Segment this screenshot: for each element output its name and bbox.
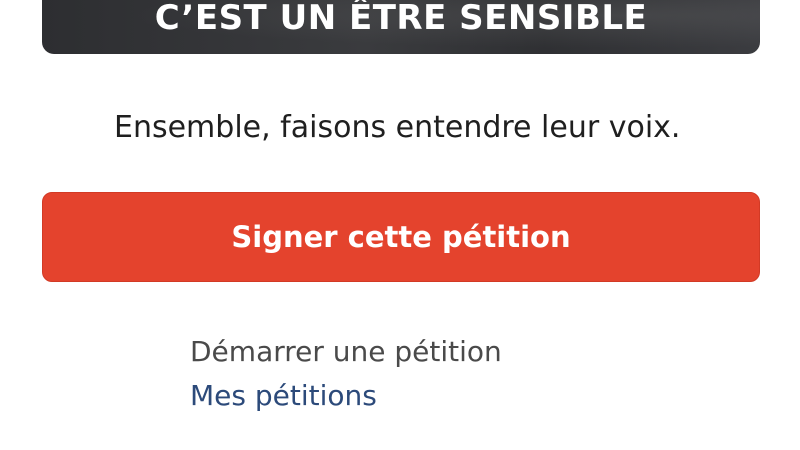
petition-nav: Démarrer une pétition Mes pétitions — [190, 334, 502, 414]
page: C’EST UN ÊTRE SENSIBLE Ensemble, faisons… — [0, 0, 800, 450]
my-petitions-link[interactable]: Mes pétitions — [190, 378, 502, 414]
sign-petition-button[interactable]: Signer cette pétition — [42, 192, 760, 282]
tagline-text: Ensemble, faisons entendre leur voix. — [114, 110, 681, 145]
hero-banner-image: C’EST UN ÊTRE SENSIBLE — [42, 0, 760, 54]
sign-petition-label: Signer cette pétition — [231, 220, 571, 254]
start-petition-link[interactable]: Démarrer une pétition — [190, 334, 502, 370]
hero-title: C’EST UN ÊTRE SENSIBLE — [154, 0, 648, 38]
